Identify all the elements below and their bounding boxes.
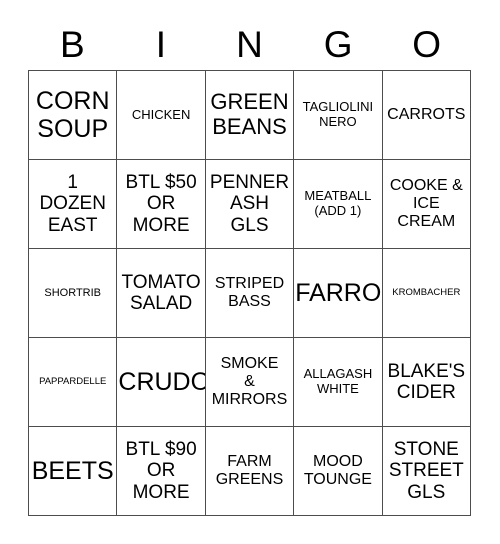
bingo-cell-label: CARROTS [387,106,466,124]
bingo-cell-label: SMOKE & MIRRORS [211,355,288,408]
bingo-cell-label: STRIPED BASS [214,275,285,310]
bingo-cell[interactable]: TOMATO SALAD [117,249,206,338]
bingo-cell[interactable]: FARRO [294,249,383,338]
bingo-cell[interactable]: COOKE & ICE CREAM [382,160,471,249]
bingo-cell-label: CHICKEN [131,106,191,122]
bingo-cell[interactable]: CORN SOUP [29,71,118,160]
bingo-cell[interactable]: MEATBALL (ADD 1) [294,160,383,249]
bingo-cell[interactable]: MOOD TOUNGE [294,427,383,516]
bingo-cell-label: TOMATO SALAD [121,271,201,314]
bingo-cell-label: BTL $90 OR MORE [125,439,197,503]
bingo-cell-label: BTL $50 OR MORE [125,172,197,236]
bingo-cell[interactable]: CARROTS [382,71,471,160]
bingo-cell[interactable]: GREEN BEANS [205,71,295,160]
bingo-cell[interactable]: BEETS [29,427,118,516]
bingo-cell-label: MOOD TOUNGE [303,453,372,488]
header-letter-i: I [155,23,167,65]
bingo-cell[interactable]: ALLAGASH WHITE [294,338,383,427]
bingo-cell[interactable]: 1 DOZEN EAST [29,160,118,249]
bingo-cell-label: CORN SOUP [35,87,110,143]
bingo-cell-label: SHORTRIB [44,286,102,299]
bingo-card: B I N G O CORN SOUP CHICKEN GREEN BEANS TAG… [0,0,500,544]
bingo-cell[interactable]: KROMBACHER [382,249,471,338]
bingo-cell-label: ALLAGASH WHITE [303,366,373,396]
bingo-cell[interactable]: BTL $50 OR MORE [117,160,206,249]
bingo-cell[interactable]: STONE STREET GLS [382,427,471,516]
bingo-cell[interactable]: PENNER ASH GLS [205,160,295,249]
bingo-cell-label: KROMBACHER [392,286,461,298]
bingo-cell-label: BEETS [31,457,114,485]
bingo-cell[interactable]: STRIPED BASS [205,249,295,338]
bingo-cell-label: PAPPARDELLE [39,375,107,387]
header-letter-o: O [412,23,442,65]
header-letter-b: B [59,23,85,65]
header-letter-g: G [323,23,353,65]
bingo-cell-label: PENNER ASH GLS [209,172,290,236]
bingo-grid: CORN SOUP CHICKEN GREEN BEANS TAGLIOLINI NE… [28,70,471,516]
bingo-header: B I N G O [28,18,471,70]
bingo-cell-label: STONE STREET GLS [388,439,464,503]
bingo-cell-label: FARM GREENS [215,453,284,488]
bingo-cell[interactable]: SHORTRIB [29,249,118,338]
bingo-cell-label: 1 DOZEN EAST [39,172,106,236]
bingo-cell-label: BLAKE'S CIDER [387,360,466,403]
bingo-cell-label: MEATBALL (ADD 1) [304,188,372,218]
bingo-cell[interactable]: CRUDO [117,338,206,427]
bingo-cell[interactable]: BLAKE'S CIDER [382,338,471,427]
bingo-cell-label: GREEN BEANS [210,89,289,139]
bingo-cell-label: COOKE & ICE CREAM [389,177,463,230]
bingo-cell[interactable]: BTL $90 OR MORE [117,427,206,516]
bingo-cell-label: TAGLIOLINI NERO [302,99,374,129]
bingo-cell[interactable]: CHICKEN [117,71,206,160]
bingo-cell[interactable]: TAGLIOLINI NERO [294,71,383,160]
bingo-cell-label: CRUDO [118,368,206,396]
bingo-cell-label: FARRO [295,279,382,307]
bingo-cell[interactable]: FARM GREENS [205,427,295,516]
header-letter-n: N [236,23,263,65]
bingo-cell[interactable]: SMOKE & MIRRORS [205,338,295,427]
bingo-cell[interactable]: PAPPARDELLE [29,338,118,427]
